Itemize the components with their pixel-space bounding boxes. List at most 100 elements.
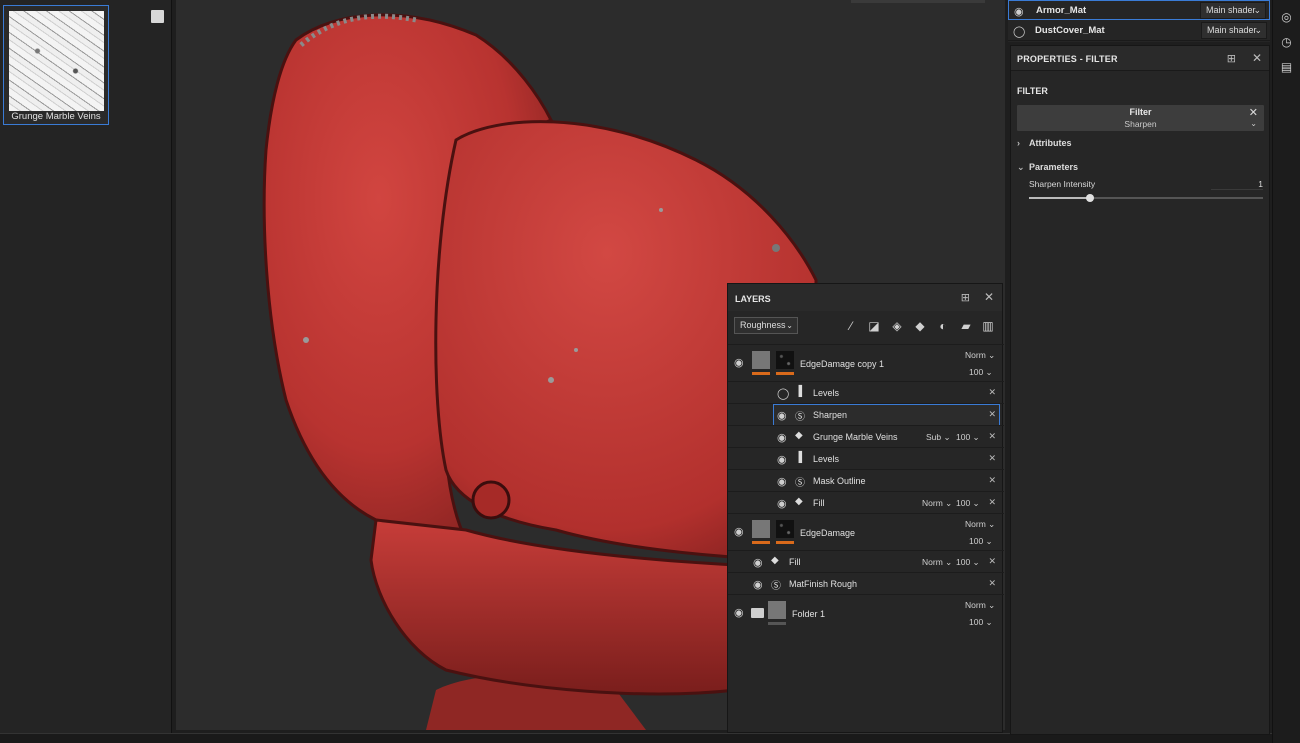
filter-resource-slot[interactable]: Filter Sharpen ✕ ⌄ [1017,105,1264,131]
shelf-checkbox[interactable] [151,10,164,23]
layer-name[interactable]: Folder 1 [792,609,825,619]
effect-row-fill[interactable]: ◉ ◆ Fill Norm ⌄ 100 ⌄ ✕ [728,491,1004,513]
layer-name[interactable]: EdgeDamage [800,528,855,538]
effect-name[interactable]: Fill [789,557,801,567]
layer-row-edgedamage-copy[interactable]: ◉ EdgeDamage copy 1 Norm ⌄ 100 ⌄ [728,344,1004,381]
eye-icon[interactable]: ◉ [777,409,787,422]
shader-select[interactable]: Main shader ⌄ [1201,22,1267,39]
blend-mode-select[interactable]: Norm ⌄ [965,350,995,361]
eye-icon[interactable]: ◉ [1014,5,1024,18]
channel-select[interactable]: Roughness ⌄ [734,317,798,334]
effect-row-levels[interactable]: ◯ ▐ Levels ✕ [728,381,1004,403]
opacity-field[interactable]: 100 ⌄ [969,617,993,628]
shelf-item-grunge-marble-veins[interactable]: Grunge Marble Veins [3,5,109,125]
eye-icon[interactable]: ◉ [777,453,787,466]
eye-icon[interactable]: ◉ [734,356,744,369]
add-folder-icon[interactable]: ▰ [958,318,974,334]
filter-label: Filter [1129,107,1152,117]
eye-icon[interactable]: ◉ [753,578,763,591]
effect-name[interactable]: Sharpen [813,410,847,420]
wear-spot [303,337,309,343]
opacity-field[interactable]: 100 ⌄ [969,536,993,547]
blend-mode-select[interactable]: Norm ⌄ [965,519,995,530]
shader-select[interactable]: Main shader ⌄ [1200,2,1266,19]
blend-mode-select[interactable]: Sub ⌄ [926,432,951,443]
opacity-field[interactable]: 100 ⌄ [956,557,980,568]
add-smart-material-icon[interactable]: ◐ [935,318,951,334]
eye-icon[interactable]: ◉ [753,556,763,569]
remove-icon[interactable]: ✕ [988,409,996,420]
effect-name[interactable]: Grunge Marble Veins [813,432,898,442]
opacity-field[interactable]: 100 ⌄ [956,432,980,443]
layer-name[interactable]: EdgeDamage copy 1 [800,359,884,369]
blend-mode-select[interactable]: Norm ⌄ [965,600,995,611]
eye-icon[interactable]: ◯ [777,387,789,400]
remove-icon[interactable]: ✕ [988,497,996,508]
mask-thumbnail[interactable] [776,520,794,538]
remove-icon[interactable]: ✕ [988,387,996,398]
group-label: Attributes [1029,138,1072,148]
selection-highlight [773,404,1000,426]
effect-row-fill[interactable]: ◉ ◆ Fill Norm ⌄ 100 ⌄ ✕ [728,550,1004,572]
parameters-group[interactable]: ⌄ Parameters [1017,162,1078,173]
add-layer-icon[interactable]: ◈ [889,318,905,334]
add-effect-icon[interactable]: ⁄ [843,318,859,334]
fill-icon: ◆ [771,555,779,566]
eye-icon[interactable]: ◉ [777,475,787,488]
opacity-field[interactable]: 100 ⌄ [956,498,980,509]
effect-row-levels[interactable]: ◉ ▐ Levels ✕ [728,447,1004,469]
sharpen-intensity-slider[interactable] [1029,194,1263,202]
dock-icon[interactable]: ⊞ [961,291,970,304]
effect-name[interactable]: Levels [813,454,839,464]
display-settings-icon[interactable]: ◎ [1279,10,1294,25]
slider-handle[interactable] [1085,194,1094,202]
layer-thumbnail[interactable] [752,520,770,538]
chevron-down-icon: ⌄ [786,321,793,330]
remove-icon[interactable]: ✕ [988,475,996,486]
add-fill-layer-icon[interactable]: ◆ [912,318,928,334]
eye-icon[interactable]: ◉ [734,606,744,619]
effect-row-mask-outline[interactable]: ◉ Ⓢ Mask Outline ✕ [728,469,1004,491]
effect-name[interactable]: Levels [813,388,839,398]
eye-icon[interactable]: ◉ [734,525,744,538]
layers-header: LAYERS ⊞ ✕ [728,284,1002,311]
blend-mode-select[interactable]: Norm ⌄ [922,557,952,568]
blend-mode-select[interactable]: Norm ⌄ [922,498,952,509]
levels-icon: ▐ [795,386,803,397]
texture-set-row-armor[interactable]: ◉ Armor_Mat Main shader ⌄ [1008,0,1270,20]
eye-icon[interactable]: ◉ [777,497,787,510]
fill-icon: ◆ [795,496,803,507]
effect-name[interactable]: Mask Outline [813,476,866,486]
opacity-field[interactable]: 100 ⌄ [969,367,993,378]
effect-row-sharpen[interactable]: ◉ Ⓢ Sharpen ✕ [728,403,1004,426]
close-icon[interactable]: ✕ [1252,51,1262,65]
layer-row-edgedamage[interactable]: ◉ EdgeDamage Norm ⌄ 100 ⌄ [728,513,1004,550]
close-icon[interactable]: ✕ [1249,106,1258,119]
remove-icon[interactable]: ✕ [988,453,996,464]
history-icon[interactable]: ◷ [1279,35,1294,50]
chevron-down-icon[interactable]: ⌄ [1250,119,1257,128]
dock-icon[interactable]: ⊞ [1227,52,1236,65]
add-mask-icon[interactable]: ◪ [866,318,882,334]
delete-icon[interactable]: ▥ [980,318,996,334]
layer-thumbnail[interactable] [768,601,786,619]
eye-icon[interactable]: ◉ [777,431,787,444]
log-icon[interactable]: ▤ [1279,60,1294,75]
remove-icon[interactable]: ✕ [988,578,996,589]
effect-row-grunge-marble-veins[interactable]: ◉ ◆ Grunge Marble Veins Sub ⌄ 100 ⌄ ✕ [728,425,1004,447]
sharpen-intensity-value[interactable]: 1 [1211,179,1263,190]
effect-name[interactable]: MatFinish Rough [789,579,857,589]
layer-row-folder[interactable]: ◉ Folder 1 Norm ⌄ 100 ⌄ [728,594,1004,631]
attributes-group[interactable]: › Attributes [1017,138,1072,148]
close-icon[interactable]: ✕ [984,290,994,304]
texture-set-row-dustcover[interactable]: ◯ DustCover_Mat Main shader ⌄ [1008,21,1270,41]
shelf-item-label: Grunge Marble Veins [11,111,101,122]
effect-name[interactable]: Fill [813,498,825,508]
eye-icon[interactable]: ◯ [1013,25,1025,38]
effect-row-matfinish-rough[interactable]: ◉ Ⓢ MatFinish Rough ✕ [728,572,1004,594]
mask-thumbnail[interactable] [776,351,794,369]
remove-icon[interactable]: ✕ [988,431,996,442]
remove-icon[interactable]: ✕ [988,556,996,567]
mask-indicator [752,541,770,544]
layer-thumbnail[interactable] [752,351,770,369]
